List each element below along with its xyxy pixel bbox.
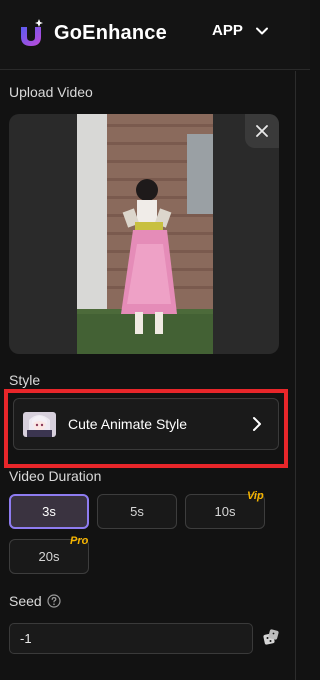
app-menu-dropdown[interactable]: APP (212, 22, 269, 39)
seed-label: Seed (9, 593, 42, 609)
style-label: Style (9, 372, 41, 388)
remove-video-button[interactable] (245, 114, 279, 148)
app-menu-label: APP (212, 22, 243, 39)
goenhance-logo-icon[interactable] (16, 19, 46, 49)
video-thumbnail (77, 114, 213, 354)
dice-icon[interactable] (263, 629, 279, 645)
duration-option-label: 5s (130, 504, 144, 519)
style-selected-name: Cute Animate Style (68, 416, 188, 432)
duration-option-label: 20s (38, 549, 60, 564)
chevron-right-icon (253, 417, 261, 431)
style-thumbnail (23, 412, 56, 437)
duration-option-label: 10s (214, 504, 236, 519)
upload-video-label: Upload Video (9, 84, 93, 100)
video-duration-label: Video Duration (9, 468, 102, 484)
duration-option-5s[interactable]: 5s (97, 494, 177, 529)
panel-divider (295, 71, 296, 680)
brand-name: GoEnhance (54, 22, 167, 44)
duration-option-3s[interactable]: 3s (9, 494, 89, 529)
vip-badge: Vip (247, 490, 264, 502)
seed-input[interactable] (9, 623, 253, 654)
top-header: GoEnhance APP (0, 0, 310, 70)
duration-option-label: 3s (42, 504, 56, 519)
chevron-down-icon (255, 27, 268, 34)
close-icon (256, 125, 268, 137)
video-preview[interactable] (9, 114, 279, 354)
help-circle-icon[interactable] (47, 594, 61, 608)
pro-badge: Pro (70, 535, 89, 547)
style-selector[interactable]: Cute Animate Style (13, 398, 279, 450)
